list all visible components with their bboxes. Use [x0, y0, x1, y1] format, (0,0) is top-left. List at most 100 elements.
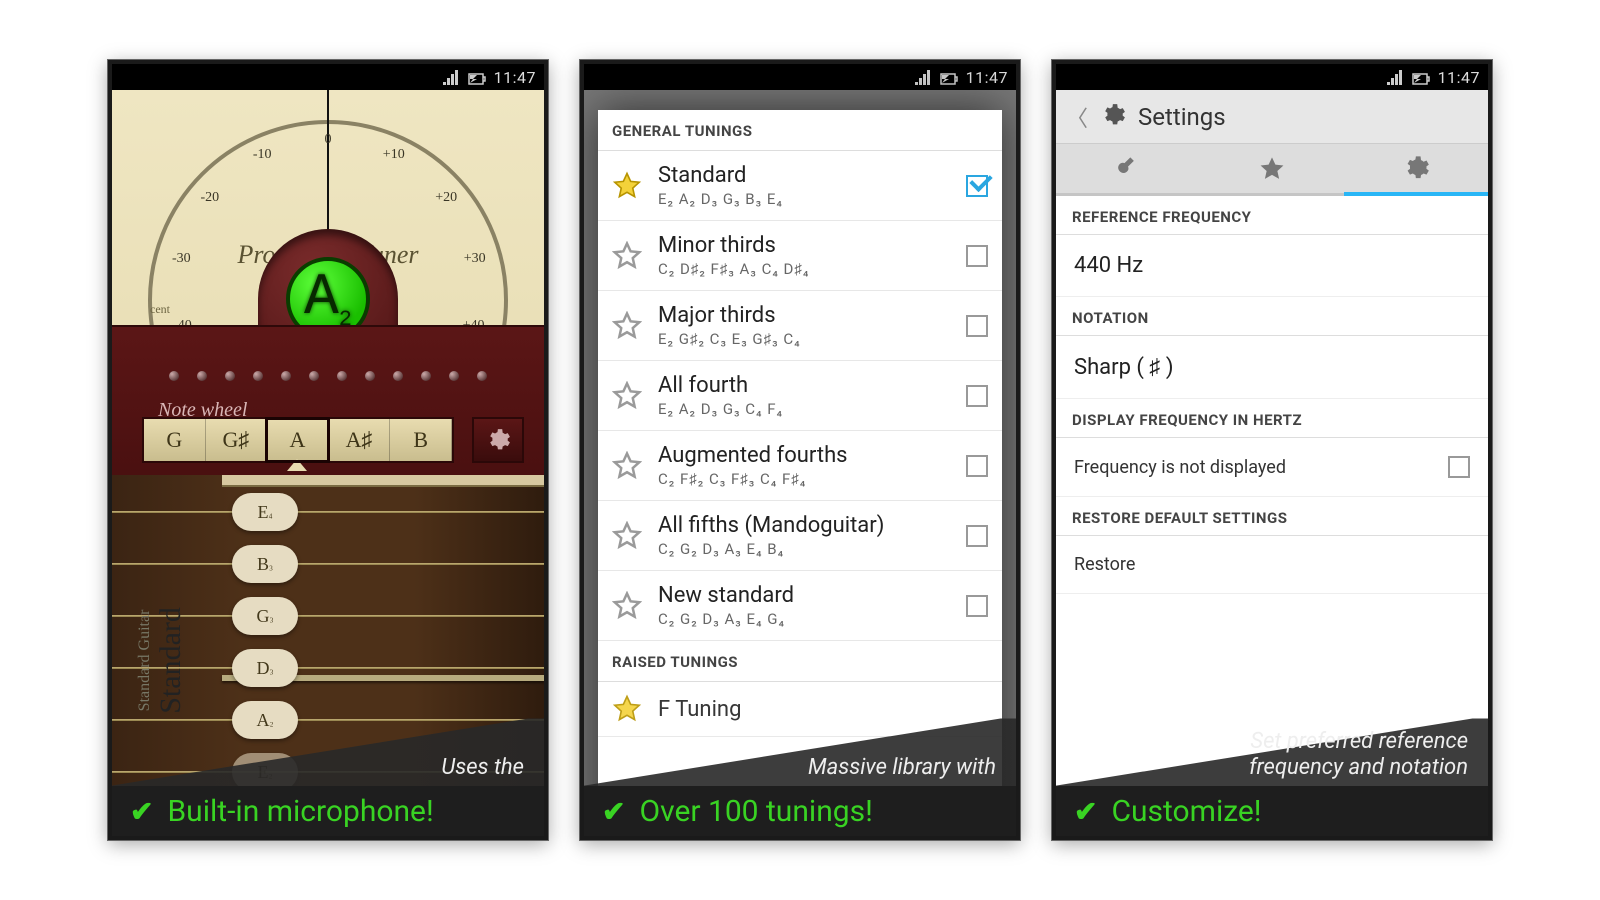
promo-caption: Uses the ✔ Built-in microphone!: [112, 716, 544, 836]
tuning-row[interactable]: All fourthE₂ A₂ D₃ G₃ C₄ F₄: [598, 361, 1002, 431]
favorite-star-icon[interactable]: [612, 311, 642, 341]
note-wheel-item[interactable]: B: [390, 419, 452, 461]
tuning-name: Minor thirds: [658, 233, 950, 258]
tuning-row[interactable]: New standard C₂ G₂ D₃ A₃ E₄ G₄: [598, 571, 1002, 641]
scale-mark: -20: [200, 190, 219, 206]
battery-charging-icon: [1410, 68, 1432, 86]
tuning-name: All fourth: [658, 373, 950, 398]
tuning-name: All fifths (Mandoguitar): [658, 513, 950, 538]
screenshot-tuner: 11:47 -50-40-30-20-100+10+20+30+40+50 ce…: [108, 60, 548, 840]
signal-icon: [914, 68, 932, 86]
favorite-star-icon[interactable]: [612, 451, 642, 481]
tuning-notes: E₂ A₂ D₃ G₃ B₃ E₄: [658, 190, 950, 208]
signal-icon: [1386, 68, 1404, 86]
detected-octave: 2: [339, 309, 352, 325]
section-display-hertz: DISPLAY FREQUENCY IN HERTZ: [1056, 399, 1488, 438]
note-wheel-panel: Note wheel GG♯AA♯B: [112, 325, 544, 475]
scale-mark: -30: [172, 251, 191, 267]
settings-list: REFERENCE FREQUENCY 440 Hz NOTATION Shar…: [1056, 196, 1488, 594]
tuning-notes: C₂ F♯₂ C₃ F♯₃ C₄ F♯₄: [658, 470, 950, 488]
tuning-row[interactable]: Major thirds E₂ G♯₂ C₃ E₃ G♯₃ C₄: [598, 291, 1002, 361]
note-wheel-item[interactable]: A♯: [329, 419, 391, 461]
section-reference-frequency: REFERENCE FREQUENCY: [1056, 196, 1488, 235]
promo-headline: Customize!: [1111, 794, 1261, 829]
promo-lead: Massive library with: [808, 755, 996, 780]
tuning-name: Augmented fourths: [658, 443, 950, 468]
check-icon: ✔: [1074, 795, 1097, 828]
tuning-checkbox[interactable]: [966, 455, 988, 477]
favorite-star-icon[interactable]: [612, 381, 642, 411]
check-icon: ✔: [130, 795, 153, 828]
string-note-pill[interactable]: D₃: [232, 649, 298, 687]
note-wheel-item[interactable]: G: [144, 419, 206, 461]
restore-row[interactable]: Restore: [1056, 536, 1488, 594]
section-raised-tunings: RAISED TUNINGS: [598, 641, 1002, 682]
tuning-notes: C₂ G₂ D₃ A₃ E₄ B₄: [658, 540, 950, 558]
display-hertz-checkbox[interactable]: [1448, 456, 1470, 478]
favorite-star-icon[interactable]: [612, 241, 642, 271]
favorite-star-icon[interactable]: [612, 591, 642, 621]
display-hertz-row[interactable]: Frequency is not displayed: [1056, 438, 1488, 497]
tuning-checkbox[interactable]: [966, 315, 988, 337]
promo-headline: Over 100 tunings!: [639, 794, 872, 829]
tab-favorites[interactable]: [1200, 144, 1344, 193]
gear-icon: [1100, 102, 1126, 132]
tuning-checkbox[interactable]: [966, 385, 988, 407]
section-restore: RESTORE DEFAULT SETTINGS: [1056, 497, 1488, 536]
favorite-star-icon[interactable]: [612, 171, 642, 201]
note-wheel[interactable]: GG♯AA♯B: [142, 417, 454, 463]
favorite-star-icon[interactable]: [612, 521, 642, 551]
app-bar: 〈 Settings: [1056, 90, 1488, 144]
scale-mark: +40: [463, 318, 485, 325]
tuning-checkbox[interactable]: [966, 595, 988, 617]
page-title: Settings: [1138, 103, 1226, 131]
promo-headline: Built-in microphone!: [167, 794, 433, 829]
tuning-row[interactable]: Standard E₂ A₂ D₃ G₃ B₃ E₄: [598, 151, 1002, 221]
tab-instruments[interactable]: [1056, 144, 1200, 193]
tuning-notes: C₂ G₂ D₃ A₃ E₄ G₄: [658, 610, 950, 628]
promo-caption: Set preferred referencefrequency and not…: [1056, 716, 1488, 836]
string-note-pill[interactable]: B₃: [232, 545, 298, 583]
settings-button[interactable]: [472, 417, 524, 463]
scale-mark: -40: [173, 318, 192, 325]
status-bar: 11:47: [1056, 64, 1488, 90]
section-general-tunings: GENERAL TUNINGS: [598, 110, 1002, 151]
scale-mark: +30: [464, 251, 486, 267]
tab-settings[interactable]: [1344, 144, 1488, 196]
reference-frequency-row[interactable]: 440 Hz: [1056, 235, 1488, 297]
check-icon: ✔: [602, 795, 625, 828]
tuning-row[interactable]: Augmented fourths C₂ F♯₂ C₃ F♯₃ C₄ F♯₄: [598, 431, 1002, 501]
guitar-icon: [1114, 155, 1142, 183]
note-wheel-item[interactable]: G♯: [206, 419, 268, 461]
tuning-name: Major thirds: [658, 303, 950, 328]
scale-mark: 0: [325, 132, 332, 148]
tuner-dial-area: -50-40-30-20-100+10+20+30+40+50 cent Pro…: [112, 90, 544, 325]
status-time: 11:47: [494, 68, 536, 87]
section-notation: NOTATION: [1056, 297, 1488, 336]
battery-charging-icon: [466, 68, 488, 86]
tuning-row[interactable]: All fifths (Mandoguitar) C₂ G₂ D₃ A₃ E₄ B…: [598, 501, 1002, 571]
status-bar: 11:47: [112, 64, 544, 90]
tuning-category: Standard Guitar: [136, 607, 154, 714]
tuning-checkbox[interactable]: [966, 245, 988, 267]
string-note-pill[interactable]: G₃: [232, 597, 298, 635]
back-button[interactable]: 〈: [1066, 101, 1088, 133]
promo-lead: Uses the: [441, 755, 524, 780]
note-wheel-item[interactable]: A: [267, 419, 329, 461]
gear-icon: [485, 427, 511, 453]
notation-row[interactable]: Sharp ( ♯ ): [1056, 336, 1488, 399]
promo-lead: Set preferred referencefrequency and not…: [1249, 729, 1468, 780]
tuning-name: Standard: [658, 163, 950, 188]
tuning-checkbox[interactable]: [966, 175, 988, 197]
tuning-checkbox[interactable]: [966, 525, 988, 547]
cent-label: cent: [150, 302, 170, 317]
tuning-row[interactable]: Minor thirds C₂ D♯₂ F♯₃ A₃ C₄ D♯₄: [598, 221, 1002, 291]
tuning-name: New standard: [658, 583, 950, 608]
string-note-pill[interactable]: E₄: [232, 493, 298, 531]
tuning-notes: E₂ G♯₂ C₃ E₃ G♯₃ C₄: [658, 330, 950, 348]
tunings-list[interactable]: Standard E₂ A₂ D₃ G₃ B₃ E₄ Minor thirds C₂ …: [598, 151, 1002, 641]
scale-mark: +20: [435, 190, 457, 206]
detected-note: A: [304, 270, 339, 325]
tuning-notes: C₂ D♯₂ F♯₃ A₃ C₄ D♯₄: [658, 260, 950, 278]
promo-caption: Massive library with ✔ Over 100 tunings!: [584, 716, 1016, 836]
